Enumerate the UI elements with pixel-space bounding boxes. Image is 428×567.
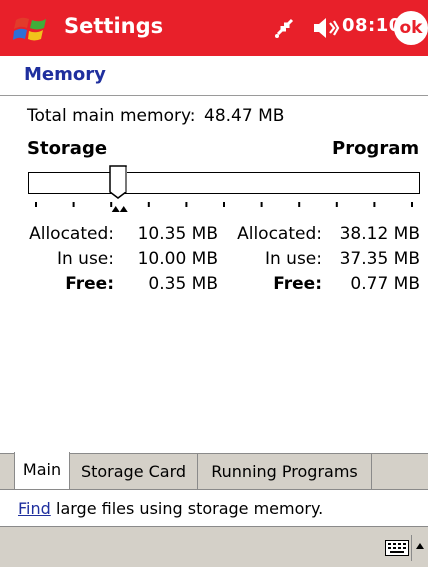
program-free-value: 0.77 MB [350, 274, 420, 294]
program-inuse-row: In use: 37.35 MB [222, 247, 420, 272]
slider-ticks [35, 202, 413, 212]
storage-inuse-row: In use: 10.00 MB [0, 247, 222, 272]
storage-inuse-label: In use: [56, 249, 114, 269]
tab-bar: Main Storage Card Running Programs [0, 452, 428, 490]
storage-allocated-value: 10.35 MB [137, 224, 218, 244]
total-memory-row: Total main memory: 48.47 MB [27, 106, 284, 126]
speaker-icon[interactable] [310, 15, 340, 41]
find-bar: Find large files using storage memory. [0, 489, 428, 527]
memory-slider-thumb[interactable] [108, 165, 130, 202]
input-panel-arrow-icon[interactable] [415, 542, 425, 550]
program-allocated-row: Allocated: 38.12 MB [222, 222, 420, 247]
program-label: Program [332, 138, 420, 159]
menu-separator [411, 535, 412, 561]
find-description: large files using storage memory. [56, 499, 324, 518]
connectivity-icon[interactable] [272, 14, 298, 42]
total-memory-label: Total main memory: [27, 106, 196, 126]
program-free-label: Free: [273, 274, 322, 294]
storage-allocated-row: Allocated: 10.35 MB [0, 222, 222, 247]
page-heading-bar: Memory [0, 56, 428, 96]
slider-pointer-icon [111, 206, 128, 212]
find-link[interactable]: Find [18, 499, 51, 518]
tab-main[interactable]: Main [14, 452, 70, 490]
program-allocated-value: 38.12 MB [339, 224, 420, 244]
program-free-row: Free: 0.77 MB [222, 272, 420, 297]
title-bar: Settings 08:10 ok [0, 0, 428, 56]
program-inuse-value: 37.35 MB [339, 249, 420, 269]
storage-stats: Allocated: 10.35 MB In use: 10.00 MB Fre… [0, 222, 222, 297]
page-title: Memory [24, 64, 106, 85]
ok-button[interactable]: ok [394, 11, 428, 45]
storage-label: Storage [27, 138, 108, 159]
storage-allocated-label: Allocated: [29, 224, 114, 244]
clock[interactable]: 08:10 [342, 15, 402, 36]
program-allocated-label: Allocated: [237, 224, 322, 244]
memory-slider-track[interactable] [28, 172, 420, 194]
tab-running-programs[interactable]: Running Programs [198, 454, 372, 490]
app-title: Settings [64, 14, 164, 38]
windows-start-icon[interactable] [13, 12, 51, 46]
tab-storage-card[interactable]: Storage Card [70, 454, 198, 490]
menu-bar [0, 527, 428, 567]
storage-free-row: Free: 0.35 MB [0, 272, 222, 297]
total-memory-value: 48.47 MB [204, 106, 285, 126]
storage-free-value: 0.35 MB [148, 274, 218, 294]
storage-free-label: Free: [65, 274, 114, 294]
program-stats: Allocated: 38.12 MB In use: 37.35 MB Fre… [222, 222, 420, 297]
program-inuse-label: In use: [264, 249, 322, 269]
storage-inuse-value: 10.00 MB [137, 249, 218, 269]
keyboard-icon[interactable] [385, 540, 409, 556]
